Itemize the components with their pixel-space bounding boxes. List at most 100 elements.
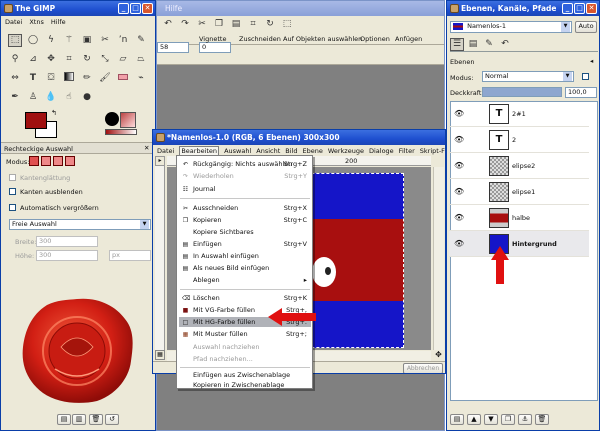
rect-select-icon[interactable]: ⬚ (8, 34, 22, 47)
navigate-icon[interactable]: ✥ (433, 350, 444, 361)
brush-preview[interactable] (105, 112, 119, 126)
menu-bearbeiten[interactable]: Bearbeiten (179, 145, 220, 156)
measure-icon[interactable]: ⊿ (26, 53, 40, 66)
cancel-button[interactable]: Abbrechen (403, 363, 443, 373)
maximize-button[interactable]: □ (574, 3, 585, 14)
tab-layers-icon[interactable]: ☰ (450, 38, 464, 51)
tab-undo-icon[interactable]: ↶ (498, 38, 512, 51)
image-select[interactable]: Namenlos-1 ▼ (450, 21, 572, 33)
toolbar-label-objekte[interactable]: Auf Objekten auswählen (283, 35, 362, 43)
toolbar-label-vignette[interactable]: Vignette (199, 35, 226, 43)
menu-item-buffer[interactable]: Ablegen ▸ (179, 275, 311, 285)
menu-item-copy-visible[interactable]: Kopiere Sichtbares (179, 227, 311, 237)
visibility-eye-icon[interactable]: 👁 (454, 135, 464, 144)
zoom-icon[interactable]: ⚲ (8, 53, 22, 66)
antialias-checkbox[interactable] (9, 174, 16, 181)
save-options-button[interactable]: ▤ (57, 414, 71, 425)
delete-options-button[interactable]: 🗑 (89, 414, 103, 425)
vertical-ruler[interactable] (155, 166, 165, 350)
menu-item-paste[interactable]: ▤ Einfügen Strg+V (179, 239, 311, 249)
menu-item-clear[interactable]: ⌫ Löschen Strg+K (179, 293, 311, 303)
bucket-fill-icon[interactable]: ⛋ (44, 72, 58, 85)
swap-colors-icon[interactable]: ↰ (51, 109, 57, 117)
anchor-layer-button[interactable]: ⚓ (518, 414, 532, 425)
menu-item-undo[interactable]: ↶ Rückgängig: Nichts auswählen Strg+Z (179, 159, 311, 169)
quickmask-icon[interactable]: ▦ (155, 350, 165, 360)
reset-options-button[interactable]: ↺ (105, 414, 119, 425)
menu-item-paste-as-new[interactable]: ▤ Als neues Bild einfügen (179, 263, 311, 273)
shear-icon[interactable]: ▱ (116, 53, 130, 66)
mode-intersect-icon[interactable] (65, 156, 75, 166)
layer-row-selected[interactable]: 👁 Hintergrund (449, 231, 589, 257)
lasso-icon[interactable]: ϟ (44, 34, 58, 47)
menu-item-fill-pattern[interactable]: ▦ Mit Muster füllen Strg+; (179, 329, 311, 339)
menu-filter[interactable]: Filter (399, 147, 415, 155)
copy-icon[interactable]: ❐ (212, 18, 226, 31)
menu-datei[interactable]: Datei (157, 147, 174, 155)
text-icon[interactable]: T (26, 72, 40, 85)
close-button[interactable]: ✕ (586, 3, 597, 14)
menu-item-stroke-selection[interactable]: Auswahl nachziehen (179, 342, 311, 352)
background-window-titlebar[interactable]: Hilfe (157, 1, 444, 16)
menu-item-copy[interactable]: ❐ Kopieren Strg+C (179, 215, 311, 225)
menu-auswahl[interactable]: Auswahl (224, 147, 251, 155)
menu-item-journal[interactable]: ☷ Journal (179, 184, 311, 194)
perspective-icon[interactable]: ⏢ (134, 53, 148, 66)
rotate-icon[interactable]: ↻ (80, 53, 94, 66)
layer-row[interactable]: 👁 T 2#1 (449, 101, 589, 127)
minimize-button[interactable]: _ (562, 3, 573, 14)
smudge-icon[interactable]: ☝ (62, 91, 76, 104)
convolve-icon[interactable]: 💧 (44, 91, 58, 104)
select-tool-icon[interactable]: ⬚ (280, 18, 294, 31)
minimize-button[interactable]: _ (118, 3, 129, 14)
close-button[interactable]: ✕ (142, 3, 153, 14)
color-picker-icon[interactable]: ✎ (134, 34, 148, 47)
tab-channels-icon[interactable]: ▤ (466, 38, 480, 51)
image-window-titlebar[interactable]: *Namenlos-1.0 (RGB, 6 Ebenen) 300x300 (153, 130, 445, 145)
menu-item-paste-into[interactable]: ▤ In Auswahl einfügen (179, 251, 311, 261)
layers-dock-titlebar[interactable]: Ebenen, Kanäle, Pfade _ □ ✕ (447, 1, 599, 16)
autogrow-checkbox[interactable] (9, 204, 16, 211)
auto-button[interactable]: Auto (575, 21, 597, 33)
pattern-preview[interactable] (120, 112, 136, 128)
visibility-eye-icon[interactable]: 👁 (454, 161, 464, 170)
menu-ebene[interactable]: Ebene (302, 147, 322, 155)
keep-transparency-checkbox[interactable] (582, 73, 589, 80)
ellipse-select-icon[interactable]: ◯ (26, 34, 40, 47)
gradient-preview[interactable] (105, 129, 137, 135)
zoom-field[interactable]: 58 (157, 42, 189, 53)
menu-item-cut[interactable]: ✂ Ausschneiden Strg+X (179, 203, 311, 213)
lower-layer-button[interactable]: ▼ (484, 414, 498, 425)
crop-tool-icon[interactable]: ⌗ (246, 18, 260, 31)
menu-dialoge[interactable]: Dialoge (369, 147, 394, 155)
clone-icon[interactable]: ♙ (26, 91, 40, 104)
menu-pointer-icon[interactable]: ▸ (155, 156, 165, 166)
close-icon[interactable]: ✕ (144, 144, 149, 152)
move-icon[interactable]: ✥ (44, 53, 58, 66)
offset-field[interactable]: 0 (199, 42, 231, 53)
menu-item-stroke-path[interactable]: Pfad nachziehen... (179, 354, 311, 364)
visibility-eye-icon[interactable]: 👁 (454, 109, 464, 118)
menu-xtns[interactable]: Xtns (29, 18, 44, 26)
foreground-color-swatch[interactable] (25, 112, 47, 129)
visibility-eye-icon[interactable]: 👁 (454, 213, 464, 222)
toolbar-label-anfuegen[interactable]: Anfügen (395, 35, 422, 43)
mode-add-icon[interactable] (41, 156, 51, 166)
layer-mode-select[interactable]: Normal ▼ (482, 71, 574, 82)
mode-replace-icon[interactable] (29, 156, 39, 166)
layer-row[interactable]: 👁 elipse1 (449, 179, 589, 205)
menu-bild[interactable]: Bild (285, 147, 297, 155)
menu-ansicht[interactable]: Ansicht (256, 147, 280, 155)
visibility-eye-icon[interactable]: 👁 (454, 187, 464, 196)
layer-row[interactable]: 👁 T 2 (449, 127, 589, 153)
menu-item-copy-to-clipboard[interactable]: Kopieren in Zwischenablage (179, 380, 311, 390)
paths-icon[interactable]: ʼn (116, 34, 130, 47)
unit-select[interactable]: px (109, 250, 151, 261)
menu-item-paste-from-clipboard[interactable]: Einfügen aus Zwischenablage (179, 370, 311, 380)
scale-icon[interactable]: ⤡ (98, 53, 112, 66)
width-field[interactable]: 300 (36, 236, 98, 247)
new-layer-button[interactable]: ▤ (450, 414, 464, 425)
ink-icon[interactable]: ✒ (8, 91, 22, 104)
redo-icon[interactable]: ↷ (178, 18, 192, 31)
toolbox-titlebar[interactable]: The GIMP _ □ ✕ (1, 1, 155, 16)
